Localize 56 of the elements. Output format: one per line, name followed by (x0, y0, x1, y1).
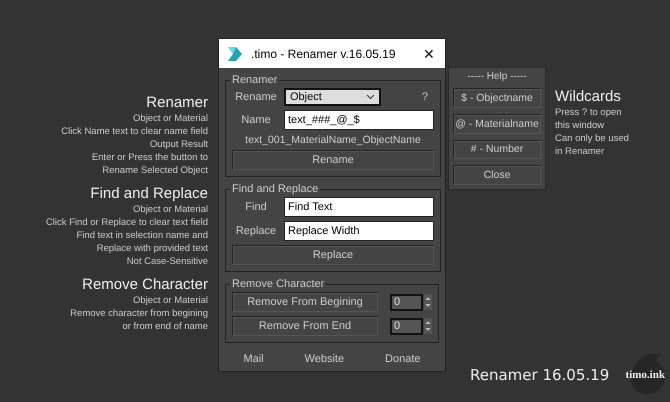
rename-dropdown[interactable]: Object (284, 88, 381, 106)
app-icon (227, 46, 243, 62)
note-text: in Renamer (555, 145, 606, 158)
note-text: Object or Material (133, 112, 208, 125)
spinner-arrows-icon[interactable] (424, 318, 432, 334)
version-text: Renamer 16.05.19 (470, 366, 610, 384)
section-heading: Remove Character (82, 276, 208, 294)
note-text: Click Name text to clear name field (61, 125, 208, 138)
help-button[interactable]: Close (453, 165, 541, 185)
footer-link[interactable]: Website (304, 353, 344, 365)
window-title: .timo - Renamer v.16.05.19 (251, 46, 397, 60)
group-title: Find and Replace (231, 183, 320, 195)
group-title: Renamer (231, 74, 278, 86)
find-label[interactable]: Find (232, 201, 280, 213)
count-field[interactable]: 0 (390, 294, 423, 310)
replace-field[interactable]: Replace Width (284, 221, 434, 241)
help-button[interactable]: # - Number (453, 140, 541, 160)
note-text: Can only be used (555, 132, 629, 145)
remove-button[interactable]: Remove From End (232, 316, 378, 336)
note-text: Enter or Press the button to (92, 151, 208, 164)
note-text: Remove character from begining (70, 307, 208, 320)
footer-link[interactable]: Donate (385, 353, 420, 365)
output-preview: text_001_MaterialName_ObjectName (244, 134, 422, 146)
section-heading: Renamer (146, 94, 208, 112)
rename-label: Rename (234, 91, 278, 103)
note-text: Find text in selection name and (76, 229, 208, 242)
close-button[interactable]: ✕ (421, 46, 437, 62)
section-heading: Wildcards (555, 88, 622, 106)
rename-button[interactable]: Rename (232, 150, 434, 170)
remove-button[interactable]: Remove From Begining (232, 292, 378, 312)
note-text: or from end of name (122, 320, 208, 333)
find-field[interactable]: Find Text (284, 197, 434, 217)
logo-text: timo.ink (626, 369, 665, 381)
footer-link[interactable]: Mail (243, 353, 264, 365)
count-field[interactable]: 0 (390, 318, 423, 334)
note-text: Press ? to open (555, 106, 623, 119)
note-text: Replace with provided text (96, 242, 208, 255)
chevron-icon (366, 94, 375, 100)
help-button[interactable]: $ - Objectname (453, 88, 541, 108)
note-text: Click Find or Replace to clear text field (46, 216, 208, 229)
help-button[interactable]: @ - Materialname (453, 114, 541, 134)
note-text: Object or Material (133, 203, 208, 216)
replace-button[interactable]: Replace (232, 245, 434, 265)
spinner-arrows-icon[interactable] (424, 294, 432, 310)
help-link[interactable]: ? (422, 91, 428, 103)
name-label[interactable]: Name (232, 114, 280, 126)
note-text: this window (555, 119, 606, 132)
help-title: ----- Help ----- (467, 72, 527, 82)
note-text: Output Result (150, 138, 208, 151)
note-text: Object or Material (133, 294, 208, 307)
name-field[interactable]: text_###_@_$ (284, 110, 434, 130)
note-text: Not Case-Sensitive (126, 255, 208, 268)
section-heading: Find and Replace (90, 185, 208, 203)
replace-label[interactable]: Replace (232, 225, 280, 237)
note-text: Rename Selected Object (102, 164, 208, 177)
group-title: Remove Character (231, 278, 326, 290)
